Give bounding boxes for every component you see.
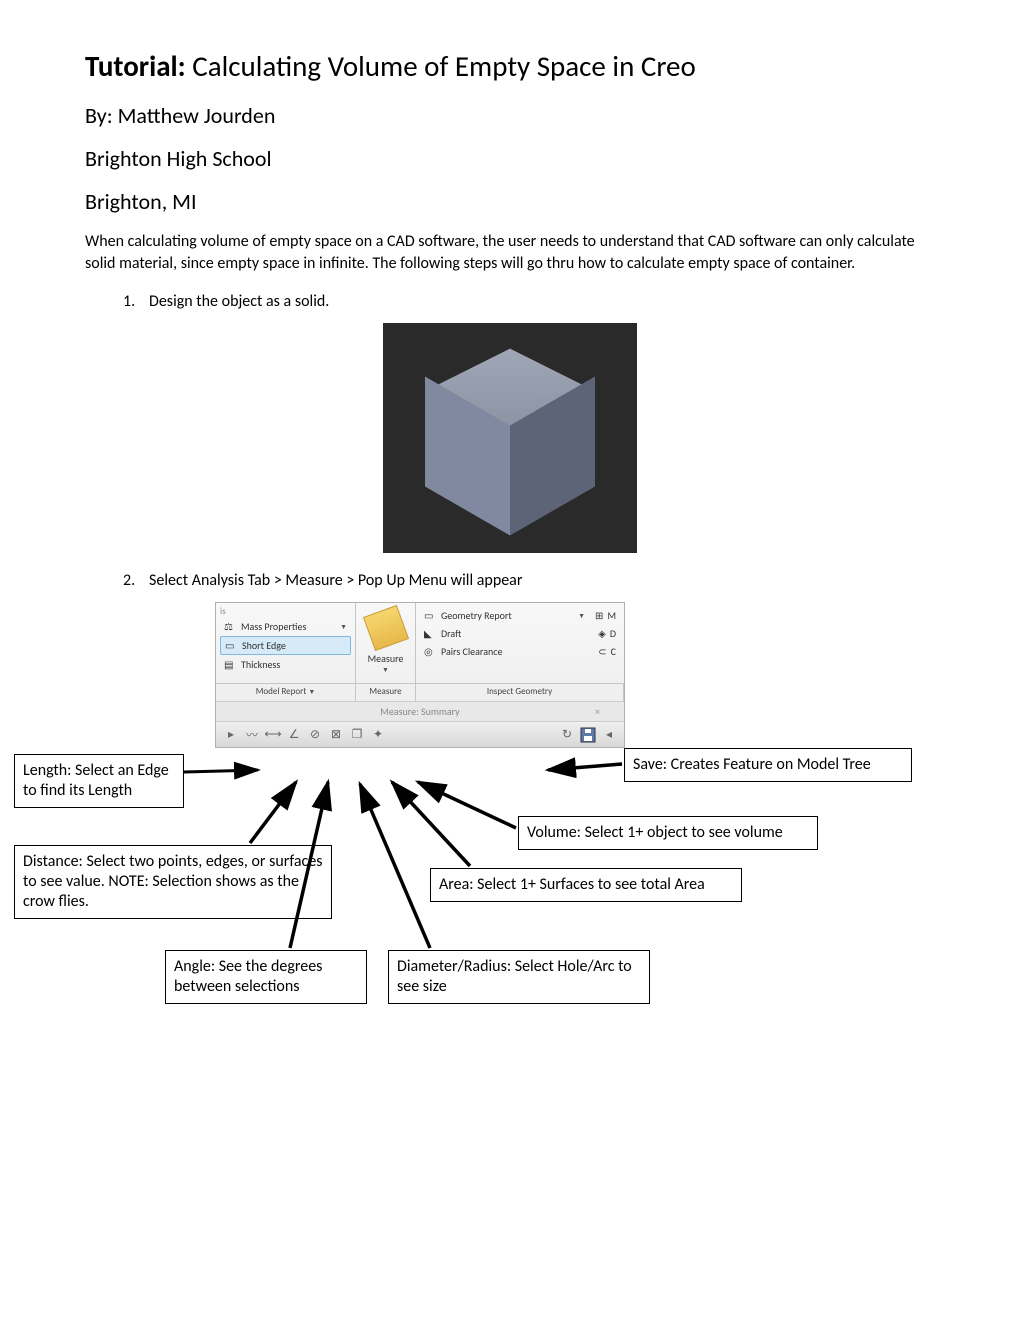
byline: By: Matthew Jourden bbox=[85, 102, 935, 129]
measure-toolbar: ▸ 〰 ⟷ ∠ ⊘ ⊠ ❐ ✦ ↻ ◂ bbox=[216, 721, 624, 747]
pairs-clearance-button[interactable]: ◎ Pairs Clearance ⊂ C bbox=[420, 643, 620, 660]
volume-icon[interactable]: ❐ bbox=[348, 726, 366, 744]
clearance-icon: ◎ bbox=[424, 645, 437, 658]
area-icon[interactable]: ⊠ bbox=[327, 726, 345, 744]
callout-area: Area: Select 1+ Surfaces to see total Ar… bbox=[430, 868, 742, 902]
draft-icon: ◣ bbox=[424, 627, 437, 640]
distance-icon[interactable]: ⟷ bbox=[264, 726, 282, 744]
model-report-dropdown[interactable]: Model Report ▼ bbox=[216, 684, 356, 701]
close-icon[interactable]: × bbox=[595, 705, 600, 718]
length-icon[interactable]: 〰 bbox=[243, 726, 261, 744]
c-icon: ⊂ bbox=[598, 645, 606, 658]
intro-text: When calculating volume of empty space o… bbox=[85, 231, 935, 274]
callout-angle: Angle: See the degrees between selection… bbox=[165, 950, 367, 1004]
city: Brighton, MI bbox=[85, 188, 935, 215]
short-edge-button[interactable]: ▭ Short Edge bbox=[220, 636, 351, 655]
ribbon-screenshot: is ⚖ Mass Properties ▼ ▭ Short Edge ▤ Th… bbox=[215, 602, 625, 748]
measure-summary-titlebar: Measure: Summary × bbox=[216, 701, 624, 721]
angle-icon[interactable]: ∠ bbox=[285, 726, 303, 744]
title-rest: Calculating Volume of Empty Space in Cre… bbox=[186, 48, 696, 84]
edge-icon: ▭ bbox=[225, 639, 238, 652]
callout-diameter: Diameter/Radius: Select Hole/Arc to see … bbox=[388, 950, 650, 1004]
page-title: Tutorial: Calculating Volume of Empty Sp… bbox=[85, 48, 935, 84]
transform-icon[interactable]: ✦ bbox=[369, 726, 387, 744]
report-icon: ▭ bbox=[424, 609, 437, 622]
scale-icon: ⚖ bbox=[224, 620, 237, 633]
thickness-button[interactable]: ▤ Thickness bbox=[220, 656, 351, 673]
callout-volume: Volume: Select 1+ object to see volume bbox=[518, 816, 818, 850]
save-icon[interactable] bbox=[579, 726, 597, 744]
step-2: 2.Select Analysis Tab > Measure > Pop Up… bbox=[123, 571, 935, 590]
chevron-down-icon: ▼ bbox=[360, 665, 411, 674]
mass-properties-button[interactable]: ⚖ Mass Properties ▼ bbox=[220, 618, 351, 635]
chevron-down-icon: ▼ bbox=[308, 687, 315, 696]
callout-distance: Distance: Select two points, edges, or s… bbox=[14, 845, 332, 919]
school: Brighton High School bbox=[85, 145, 935, 172]
chevron-down-icon: ▼ bbox=[340, 622, 347, 631]
chevron-down-icon: ▼ bbox=[578, 611, 585, 620]
draft-button[interactable]: ◣ Draft ◈ D bbox=[420, 625, 620, 642]
d-icon: ◈ bbox=[598, 627, 606, 640]
measure-button[interactable]: Measure ▼ bbox=[356, 603, 416, 683]
title-bold: Tutorial: bbox=[85, 48, 186, 84]
callout-length: Length: Select an Edge to find its Lengt… bbox=[14, 754, 184, 808]
ruler-icon bbox=[362, 605, 408, 651]
step-1: 1.Design the object as a solid. bbox=[123, 292, 935, 311]
mesh-icon: ⊞ bbox=[595, 609, 603, 622]
diameter-icon[interactable]: ⊘ bbox=[306, 726, 324, 744]
measure-panel-label: Measure bbox=[356, 684, 416, 701]
thickness-icon: ▤ bbox=[224, 658, 237, 671]
geometry-report-button[interactable]: ▭ Geometry Report ▼ ⊞ M bbox=[420, 607, 620, 624]
summary-icon[interactable]: ▸ bbox=[222, 726, 240, 744]
chevron-left-icon[interactable]: ◂ bbox=[600, 726, 618, 744]
inspect-panel-label: Inspect Geometry bbox=[416, 684, 624, 701]
refresh-icon[interactable]: ↻ bbox=[558, 726, 576, 744]
callout-save: Save: Creates Feature on Model Tree bbox=[624, 748, 912, 782]
cube-screenshot bbox=[383, 323, 637, 553]
